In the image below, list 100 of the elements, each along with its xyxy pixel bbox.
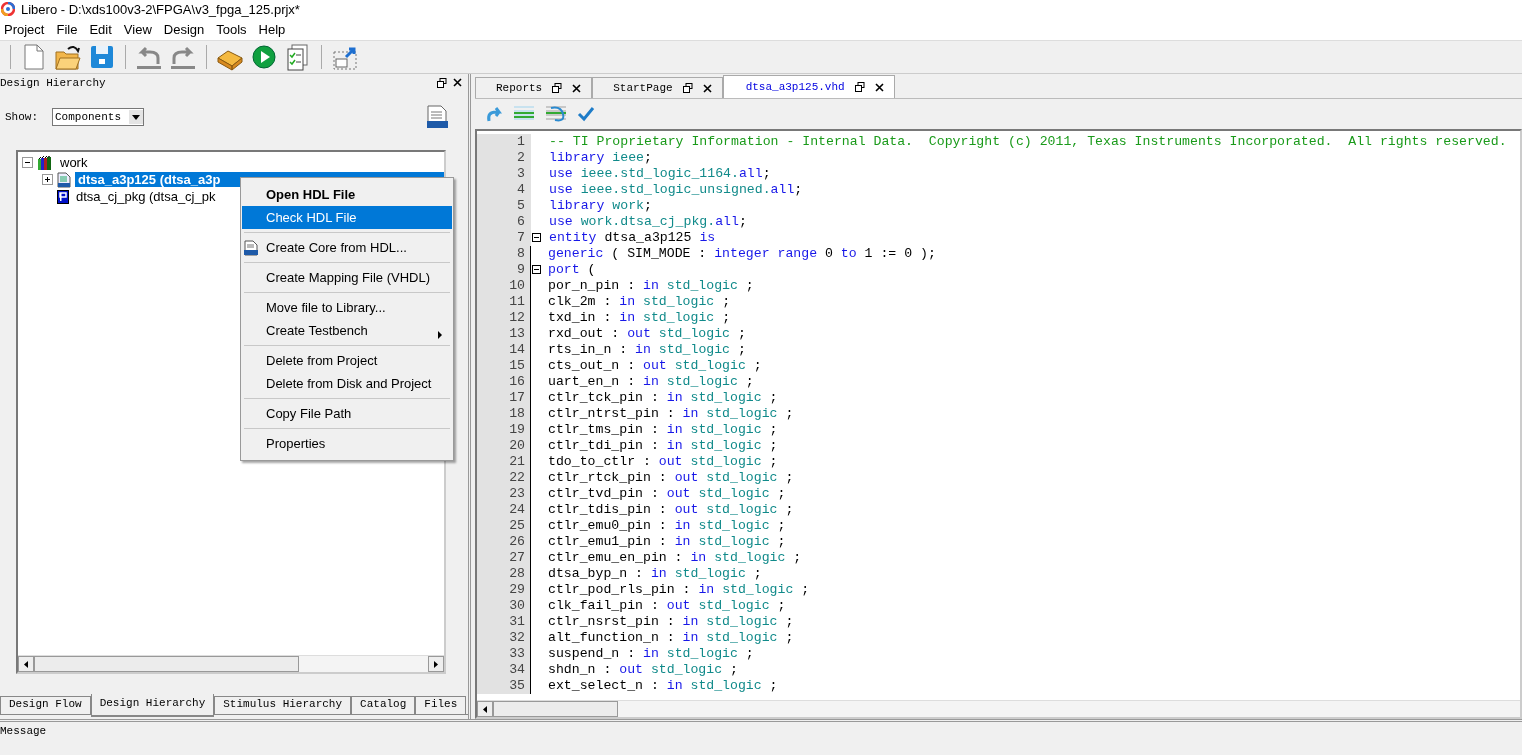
panel-tab[interactable]: Design Flow xyxy=(0,696,91,714)
menu-item[interactable]: Edit xyxy=(89,21,118,37)
editor-tab[interactable]: Reports xyxy=(475,77,593,98)
line-number: 34 xyxy=(477,662,531,678)
code-line: ctlr_tck_pin : in std_logic ; xyxy=(547,390,778,406)
menu-item[interactable]: Delete from Project xyxy=(242,349,452,372)
line-number: 24 xyxy=(477,502,531,518)
code-line: port ( xyxy=(547,262,596,278)
code-line: use ieee.std_logic_unsigned.all; xyxy=(548,182,803,198)
fold-toggle[interactable] xyxy=(532,265,541,274)
code-line: ctlr_tvd_pin : out std_logic ; xyxy=(547,486,786,502)
menu-item[interactable]: View xyxy=(123,21,158,37)
line-number: 30 xyxy=(477,598,531,614)
menu-item[interactable]: Project xyxy=(4,21,51,37)
run-icon[interactable] xyxy=(249,42,279,72)
dropdown-arrow-icon xyxy=(132,114,140,120)
code-line: ctlr_tdi_pin : in std_logic ; xyxy=(547,438,778,454)
line-number: 23 xyxy=(477,486,531,502)
menu-item[interactable]: Properties xyxy=(242,432,452,455)
scroll-right-icon xyxy=(434,660,438,668)
code-line: ctlr_rtck_pin : out std_logic ; xyxy=(547,470,794,486)
close-icon xyxy=(572,83,582,93)
menu-item[interactable]: Delete from Disk and Project xyxy=(242,372,452,395)
hdl-file-icon xyxy=(57,171,71,188)
package-file-icon xyxy=(57,189,69,204)
line-number: 19 xyxy=(477,422,531,438)
code-line: rxd_out : out std_logic ; xyxy=(547,326,746,342)
menu-item[interactable]: Copy File Path xyxy=(242,402,452,425)
checkmark-icon xyxy=(577,106,595,122)
menu-item[interactable]: Open HDL File xyxy=(242,183,452,206)
hdl-file-icon xyxy=(244,240,258,256)
close-icon xyxy=(874,82,884,92)
horizontal-scrollbar[interactable] xyxy=(18,655,444,672)
restore-icon xyxy=(437,78,447,88)
menu-item[interactable]: Create Mapping File (VHDL) xyxy=(242,266,452,289)
menu-item[interactable]: Create Testbench xyxy=(242,319,452,342)
show-dropdown[interactable]: Components xyxy=(52,108,144,126)
code-line: ctlr_emu0_pin : in std_logic ; xyxy=(547,518,786,534)
line-number: 9 xyxy=(477,262,531,278)
menu-item[interactable]: Create Core from HDL... xyxy=(242,236,452,259)
code-line: ctlr_pod_rls_pin : in std_logic ; xyxy=(547,582,810,598)
code-line: ctlr_tms_pin : in std_logic ; xyxy=(547,422,778,438)
line-number: 10 xyxy=(477,278,531,294)
line-number: 2 xyxy=(477,150,531,166)
menu-item[interactable]: Help xyxy=(258,21,292,37)
restore-icon xyxy=(552,83,563,93)
panel-tab[interactable]: Files xyxy=(415,696,467,714)
code-line: ctlr_ntrst_pin : in std_logic ; xyxy=(547,406,794,422)
line-number: 25 xyxy=(477,518,531,534)
window-title: Libero - D:\xds100v3-2\FPGA\v3_fpga_125.prjx* xyxy=(21,1,300,17)
editor-tab[interactable]: dtsa_a3p125.vhd xyxy=(722,75,895,98)
line-number: 15 xyxy=(477,358,531,374)
line-number: 22 xyxy=(477,470,531,486)
code-line: shdn_n : out std_logic ; xyxy=(547,662,738,678)
code-line: rts_in_n : in std_logic ; xyxy=(547,342,746,358)
books-icon xyxy=(37,155,53,170)
code-line: alt_function_n : in std_logic ; xyxy=(547,630,794,646)
tree-item[interactable]: work xyxy=(57,155,91,170)
code-line: library ieee; xyxy=(548,150,652,166)
line-number: 31 xyxy=(477,614,531,630)
fold-toggle[interactable] xyxy=(532,233,541,242)
line-number: 20 xyxy=(477,438,531,454)
expander-toggle[interactable] xyxy=(22,157,33,168)
code-line: use work.dtsa_cj_pkg.all; xyxy=(548,214,747,230)
show-label: Show: xyxy=(5,111,38,123)
panel-tab[interactable]: Stimulus Hierarchy xyxy=(214,696,352,714)
panel-title: Design Hierarchy xyxy=(0,77,106,89)
editor-tab[interactable]: StartPage xyxy=(592,77,723,98)
menu-item[interactable]: Tools xyxy=(216,21,253,37)
code-line: ctlr_emu1_pin : in std_logic ; xyxy=(547,534,786,550)
tree-item[interactable]: dtsa_cj_pkg (dtsa_cj_pk xyxy=(73,189,219,204)
line-number: 4 xyxy=(477,182,531,198)
lines-undo-icon xyxy=(545,105,567,123)
line-number: 29 xyxy=(477,582,531,598)
horizontal-scrollbar[interactable] xyxy=(477,700,1520,717)
code-line: por_n_pin : in std_logic ; xyxy=(547,278,754,294)
menu-item[interactable]: Check HDL File xyxy=(242,206,452,229)
app-logo-icon xyxy=(1,2,15,16)
scroll-left-icon xyxy=(24,660,28,668)
scroll-left-icon xyxy=(483,705,487,713)
redo-arrow-icon xyxy=(485,105,503,123)
expander-toggle[interactable] xyxy=(42,174,53,185)
line-number: 21 xyxy=(477,454,531,470)
code-line: use ieee.std_logic_1164.all; xyxy=(548,166,771,182)
menu-item[interactable]: Design xyxy=(163,21,211,37)
menu-item[interactable]: Move file to Library... xyxy=(242,296,452,319)
line-number: 13 xyxy=(477,326,531,342)
panel-tab[interactable]: Design Hierarchy xyxy=(90,694,215,717)
panel-tab[interactable]: Catalog xyxy=(351,696,416,714)
code-line: suspend_n : in std_logic ; xyxy=(547,646,754,662)
code-line: -- TI Proprietary Information - Internal Data. Copyright (c) 2011, Texas Instruments Incorporated. All rights reserved. xyxy=(548,134,1507,150)
code-line: ctlr_tdis_pin : out std_logic ; xyxy=(547,502,794,518)
panel-title: Message xyxy=(0,725,47,737)
code-line: cts_out_n : out std_logic ; xyxy=(547,358,762,374)
submenu-arrow-icon xyxy=(438,331,442,339)
menu-item[interactable]: File xyxy=(56,21,84,37)
line-number: 11 xyxy=(477,294,531,310)
code-line: ctlr_nsrst_pin : in std_logic ; xyxy=(547,614,794,630)
hdl-plus-icon xyxy=(426,105,448,129)
code-line: generic ( SIM_MODE : integer range 0 to 1 := 0 ); xyxy=(547,246,936,262)
